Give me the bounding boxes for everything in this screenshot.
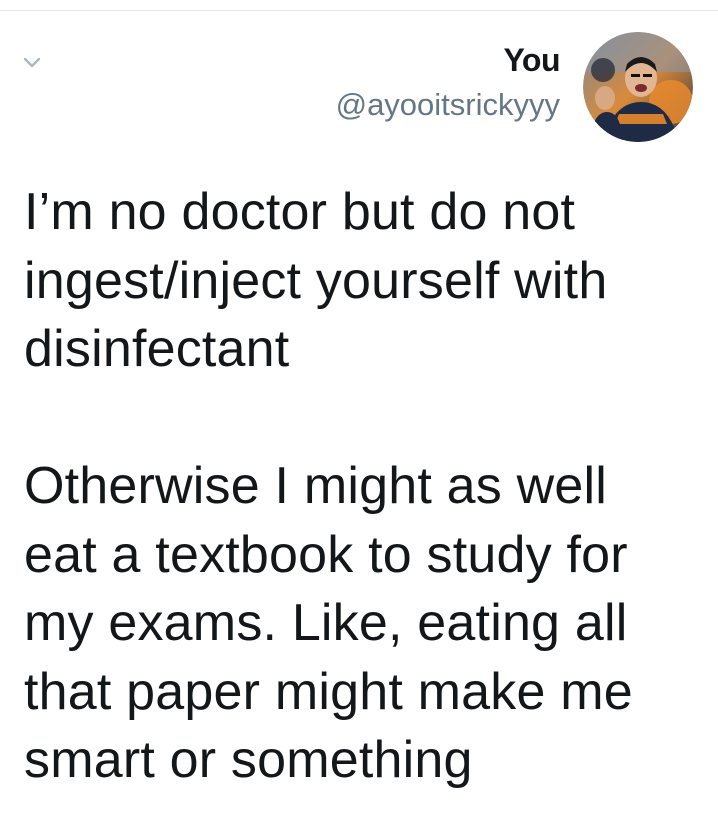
- display-name[interactable]: You: [336, 42, 560, 78]
- avatar[interactable]: [583, 32, 693, 142]
- tweet-author[interactable]: You @ayooitsrickyyy: [336, 42, 561, 122]
- chevron-down-icon[interactable]: [22, 52, 42, 72]
- user-handle[interactable]: @ayooitsrickyyy: [336, 88, 560, 122]
- tweet-text: I’m no doctor but do not ingest/inject y…: [24, 183, 633, 789]
- top-divider: [0, 10, 718, 11]
